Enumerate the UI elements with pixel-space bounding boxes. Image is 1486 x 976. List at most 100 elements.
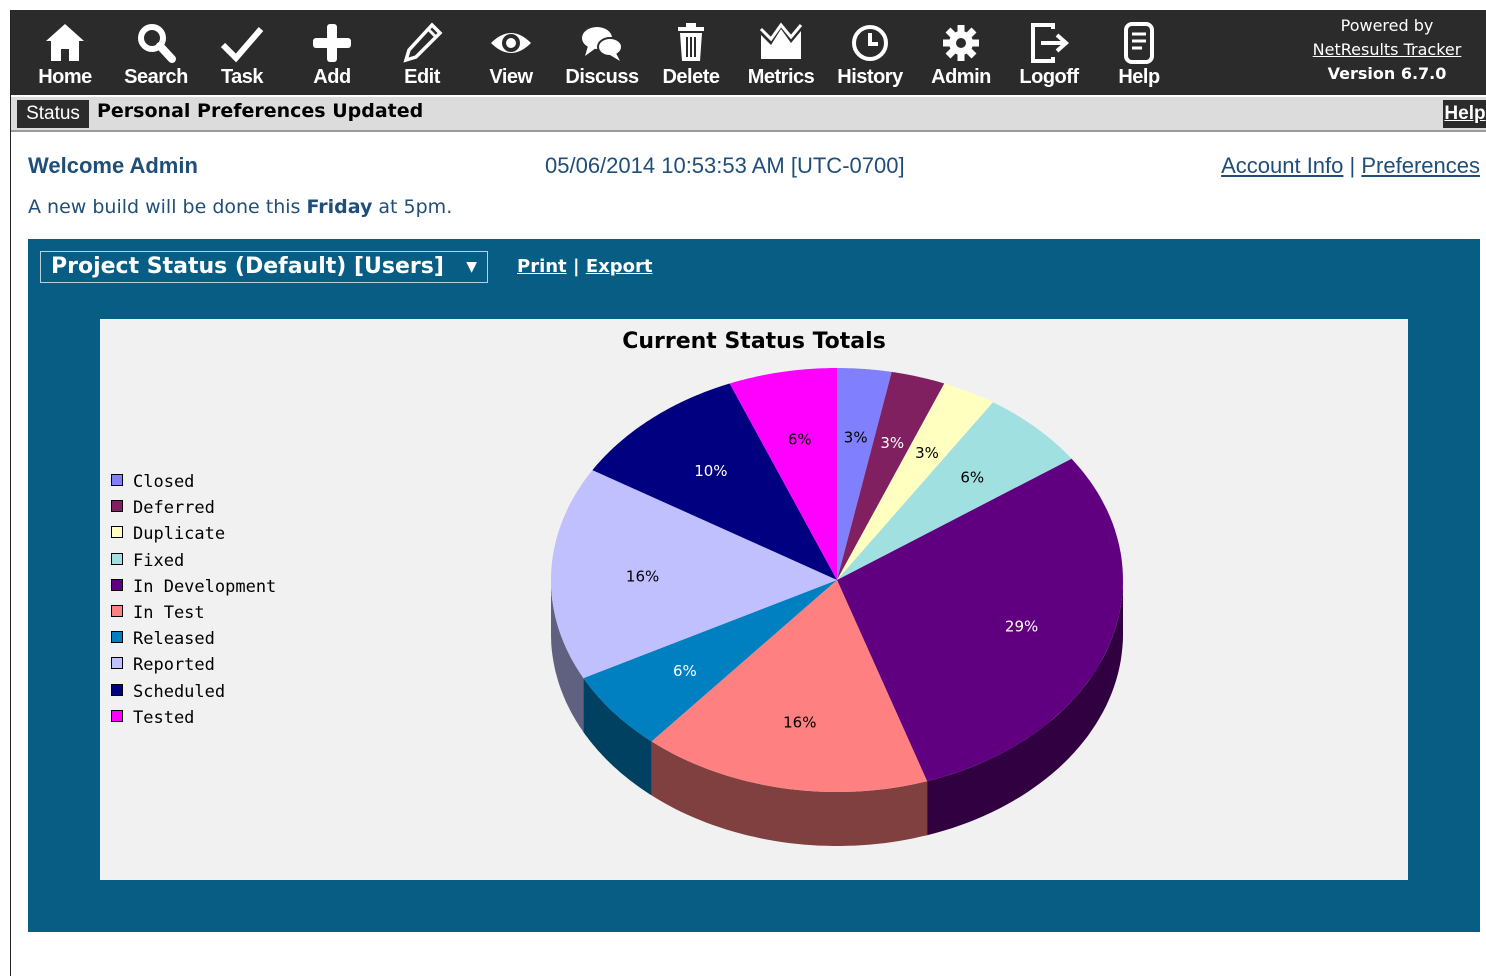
legend-item: Reported: [111, 652, 276, 678]
report-select[interactable]: Project Status (Default) [Users] ▼: [40, 251, 488, 283]
legend-item: Tested: [111, 705, 276, 731]
status-bar: Status Personal Preferences Updated Help: [11, 95, 1486, 132]
delete-label: Delete: [662, 66, 720, 88]
history-button[interactable]: History: [829, 10, 911, 95]
logoff-button[interactable]: Logoff: [1011, 10, 1087, 95]
legend-item: Duplicate: [111, 521, 276, 547]
checkmark-icon: [220, 27, 264, 63]
legend-item: In Development: [111, 574, 276, 600]
chart-title: Current Status Totals: [622, 329, 886, 354]
logout-icon: [1031, 23, 1070, 63]
pie-slice-label: 6%: [788, 431, 812, 449]
pie-slice-label: 3%: [844, 429, 868, 447]
legend-swatch: [111, 683, 123, 696]
task-label: Task: [220, 66, 264, 88]
logoff-label: Logoff: [1019, 66, 1079, 88]
notice-text-after: at 5pm.: [372, 196, 453, 218]
pie-slice-label: 29%: [1005, 617, 1038, 635]
pie-slice-label: 10%: [694, 462, 727, 480]
add-button[interactable]: Add: [296, 10, 368, 95]
legend-label: In Development: [133, 576, 277, 597]
status-help-link[interactable]: Help: [1443, 100, 1486, 128]
legend-swatch: [111, 604, 123, 617]
current-datetime: 05/06/2014 10:53:53 AM [UTC-0700]: [545, 153, 905, 178]
chart-container: 3% 3% 3% 6% 29% 16% 6% 16% 10% 6% Current Status …: [100, 319, 1408, 880]
status-message: Personal Preferences Updated: [97, 100, 424, 122]
chart-legend: Closed Deferred Duplicate Fixed In Developme…: [111, 469, 276, 731]
search-button[interactable]: Search: [116, 10, 196, 95]
discuss-button[interactable]: Discuss: [559, 10, 645, 95]
legend-item: Released: [111, 626, 276, 652]
home-icon: [46, 24, 84, 61]
view-button[interactable]: View: [473, 10, 549, 95]
delete-button[interactable]: Delete: [653, 10, 729, 95]
print-link[interactable]: Print: [517, 256, 567, 277]
admin-button[interactable]: Admin: [923, 10, 999, 95]
legend-label: Reported: [133, 655, 215, 676]
view-label: View: [489, 66, 533, 88]
status-tag: Status: [17, 100, 89, 128]
legend-label: Released: [133, 629, 215, 650]
admin-label: Admin: [931, 66, 991, 88]
legend-label: In Test: [133, 602, 205, 623]
report-actions: Print | Export: [517, 256, 652, 277]
product-link[interactable]: NetResults Tracker: [1313, 40, 1462, 59]
legend-label: Closed: [133, 472, 195, 492]
legend-label: Duplicate: [133, 524, 226, 545]
speech-bubbles-icon: [582, 27, 623, 61]
edit-button[interactable]: Edit: [386, 10, 458, 95]
legend-label: Fixed: [133, 550, 185, 571]
pie-slice-label: 3%: [880, 434, 904, 452]
legend-swatch: [111, 552, 123, 565]
home-button[interactable]: Home: [29, 10, 101, 95]
gear-icon: [943, 25, 979, 61]
trash-icon: [678, 23, 704, 61]
legend-swatch: [111, 474, 123, 486]
legend-swatch: [111, 500, 123, 513]
preferences-link[interactable]: Preferences: [1361, 153, 1480, 178]
legend-item: Scheduled: [111, 679, 276, 705]
edit-label: Edit: [404, 66, 440, 88]
search-icon: [138, 24, 176, 63]
help-button[interactable]: Help: [1103, 10, 1175, 95]
export-link[interactable]: Export: [586, 256, 653, 277]
powered-by-block: Powered by NetResults Tracker Version 6.…: [1287, 14, 1486, 86]
home-label: Home: [38, 66, 92, 88]
legend-swatch: [111, 526, 123, 539]
legend-swatch: [111, 709, 123, 722]
account-links: Account Info | Preferences: [1221, 153, 1480, 179]
version-text: Version 6.7.0: [1327, 64, 1447, 83]
metrics-button[interactable]: Metrics: [739, 10, 823, 95]
dropdown-caret-icon: ▼: [466, 259, 477, 275]
notice-day: Friday: [306, 196, 373, 218]
main-toolbar: Home Search Task Add Edit View Discuss D…: [11, 10, 1486, 95]
pie-slice-label: 3%: [915, 444, 939, 462]
legend-label: Tested: [133, 707, 195, 728]
legend-item: In Test: [111, 600, 276, 626]
metrics-label: Metrics: [747, 66, 815, 88]
legend-swatch: [111, 631, 123, 644]
history-label: History: [837, 66, 903, 88]
search-label: Search: [124, 66, 188, 88]
legend-item: Deferred: [111, 495, 276, 521]
legend-label: Deferred: [133, 498, 215, 519]
eye-icon: [491, 33, 531, 53]
add-label: Add: [313, 66, 351, 88]
link-separator: |: [1349, 153, 1356, 178]
clock-icon: [852, 25, 888, 61]
chart-icon: [759, 22, 803, 59]
task-button[interactable]: Task: [206, 10, 278, 95]
account-info-link[interactable]: Account Info: [1221, 153, 1343, 178]
help-label: Help: [1118, 66, 1160, 88]
legend-label: Scheduled: [133, 681, 226, 702]
action-separator: |: [572, 256, 580, 277]
build-notice: A new build will be done this Friday at …: [28, 196, 452, 218]
discuss-label: Discuss: [565, 66, 639, 88]
pie-chart: 3% 3% 3% 6% 29% 16% 6% 16% 10% 6%: [551, 368, 1123, 846]
legend-swatch: [111, 578, 123, 591]
pie-slice-label: 16%: [783, 714, 816, 732]
report-panel: Project Status (Default) [Users] ▼ Print…: [28, 239, 1480, 932]
pie-slice-label: 6%: [673, 662, 697, 680]
welcome-text: Welcome Admin: [28, 153, 198, 178]
legend-swatch: [111, 657, 123, 670]
